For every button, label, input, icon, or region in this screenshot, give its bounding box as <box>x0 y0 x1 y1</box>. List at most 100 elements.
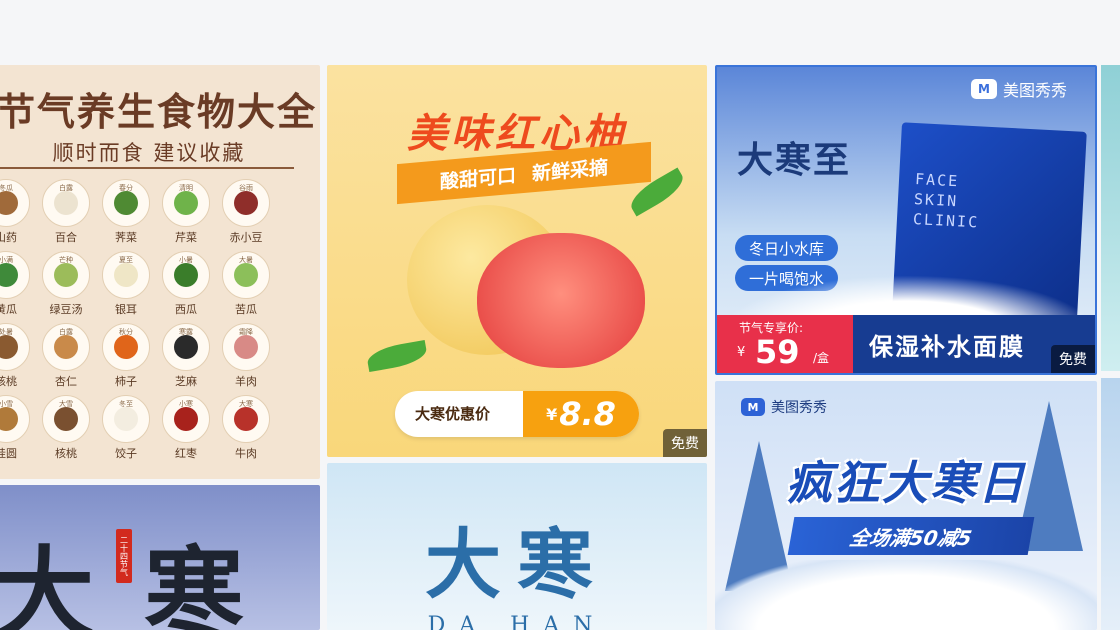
food-label: 荠菜 <box>115 231 137 244</box>
price-value: 59 <box>755 333 800 371</box>
template-card-winter-blue[interactable]: 大 二十四节气 寒 <box>0 485 320 630</box>
food-item: 白露 百合 <box>40 179 92 247</box>
tag-text: 新鲜采摘 <box>532 156 609 185</box>
food-icon <box>234 263 258 287</box>
food-label: 柿子 <box>115 375 137 388</box>
food-label: 杏仁 <box>55 375 77 388</box>
food-image-frame: 霜降 <box>222 323 270 371</box>
food-item: 谷雨 赤小豆 <box>220 179 272 247</box>
top-toolbar-area <box>0 0 1120 64</box>
food-image-frame: 大暑 <box>222 251 270 299</box>
card-subtitle: 顺时而食 建议收藏 <box>52 141 246 165</box>
template-card-partial[interactable] <box>1101 378 1120 630</box>
template-card-da-han[interactable]: 大寒 DA HAN <box>327 463 707 630</box>
food-icon <box>234 191 258 215</box>
price-bar: 大寒优惠价 ¥ 8.8 <box>395 391 639 437</box>
food-label: 黄瓜 <box>0 303 17 316</box>
food-item: 小雪 桂圆 <box>0 395 32 463</box>
food-item: 冬瓜 山药 <box>0 179 32 247</box>
food-icon <box>54 263 78 287</box>
food-item: 冬至 饺子 <box>100 395 152 463</box>
food-label: 红枣 <box>175 447 197 460</box>
food-image-frame: 小暑 <box>162 251 210 299</box>
food-item: 寒露 芝麻 <box>160 323 212 391</box>
seal-stamp: 二十四节气 <box>116 529 132 583</box>
food-item: 小暑 西瓜 <box>160 251 212 319</box>
template-card-pomelo[interactable]: 美味红心柚 酸甜可口 新鲜采摘 大寒优惠价 ¥ 8.8 免费 <box>327 65 707 457</box>
food-icon <box>0 263 18 287</box>
currency-symbol: ¥ <box>546 404 558 424</box>
brand-name: 美图秀秀 <box>1002 81 1067 100</box>
food-label: 芝麻 <box>175 375 197 388</box>
package-text-line: CLINIC <box>912 210 980 232</box>
food-item: 春分 荠菜 <box>100 179 152 247</box>
food-label: 桂圆 <box>0 447 17 460</box>
card-headline: 大寒至 <box>737 140 852 181</box>
brand-logo: M 美图秀秀 <box>970 77 1067 101</box>
snow-hill-decoration <box>715 560 1097 630</box>
food-icon <box>114 263 138 287</box>
food-item: 处暑 核桃 <box>0 323 32 391</box>
food-image-frame: 处暑 <box>0 323 30 371</box>
food-label: 赤小豆 <box>229 231 263 244</box>
food-image-frame: 大雪 <box>42 395 90 443</box>
price-value: 8.8 <box>559 395 616 433</box>
food-icon <box>114 191 138 215</box>
food-image-frame: 小寒 <box>162 395 210 443</box>
food-icon <box>174 335 198 359</box>
price-unit: /盒 <box>813 351 830 365</box>
food-icon <box>114 407 138 431</box>
big-character: 大 <box>0 535 94 630</box>
food-image-frame: 清明 <box>162 179 210 227</box>
leaf-icon <box>365 339 429 373</box>
divider <box>0 167 294 169</box>
food-item: 秋分 柿子 <box>100 323 152 391</box>
food-icon <box>54 407 78 431</box>
food-icon <box>54 335 78 359</box>
food-item: 大暑 苦瓜 <box>220 251 272 319</box>
currency-symbol: ¥ <box>737 345 746 360</box>
food-image-frame: 芒种 <box>42 251 90 299</box>
promo-banner: 全场满50减5 <box>787 517 1035 555</box>
food-icon <box>0 407 18 431</box>
food-icon <box>234 407 258 431</box>
food-item: 霜降 羊肉 <box>220 323 272 391</box>
food-item: 夏至 银耳 <box>100 251 152 319</box>
food-image-frame: 大寒 <box>222 395 270 443</box>
big-character: 寒 <box>144 535 244 630</box>
food-image-frame: 谷雨 <box>222 179 270 227</box>
card-headline: 疯狂大寒日 <box>786 456 1026 510</box>
food-item: 清明 芹菜 <box>160 179 212 247</box>
food-icon <box>0 335 18 359</box>
food-label: 绿豆汤 <box>49 303 83 316</box>
food-item: 大雪 核桃 <box>40 395 92 463</box>
template-card-partial[interactable] <box>1101 65 1120 371</box>
food-item: 白露 杏仁 <box>40 323 92 391</box>
food-label: 芹菜 <box>175 231 197 244</box>
food-icon <box>174 263 198 287</box>
price-label: 大寒优惠价 <box>415 405 491 423</box>
free-badge: 免费 <box>1051 345 1095 373</box>
meitu-logo-icon: M <box>970 79 997 99</box>
food-label: 核桃 <box>0 375 17 388</box>
food-icon <box>114 335 138 359</box>
food-label: 核桃 <box>55 447 77 460</box>
food-icon <box>174 191 198 215</box>
feature-pill: 冬日小水库 <box>735 235 839 261</box>
food-label: 西瓜 <box>175 303 197 316</box>
food-image-frame: 白露 <box>42 323 90 371</box>
food-image-frame: 春分 <box>102 179 150 227</box>
brand-logo: M 美图秀秀 <box>741 397 827 417</box>
food-label: 山药 <box>0 231 17 244</box>
price-tag: 节气专享价: ¥ 59 /盒 <box>717 315 853 373</box>
template-card-face-mask[interactable]: M 美图秀秀 大寒至 FACE SKIN CLINIC 冬日小水库 一片喝饱水 … <box>715 65 1097 375</box>
template-card-crazy-cold-day[interactable]: M 美图秀秀 疯狂大寒日 全场满50减5 <box>715 381 1097 630</box>
template-card-food-chart[interactable]: 节气养生食物大全 顺时而食 建议收藏 冬瓜 山药 白露 百合 春分 荠菜 清明 芹菜 谷雨 赤小豆… <box>0 65 320 479</box>
food-label: 牛肉 <box>235 447 257 460</box>
meitu-logo-icon: M <box>741 398 765 416</box>
food-image-frame: 寒露 <box>162 323 210 371</box>
food-image-frame: 夏至 <box>102 251 150 299</box>
big-title: 大寒 <box>425 520 609 609</box>
package-text: FACE SKIN CLINIC <box>912 169 981 232</box>
food-label: 银耳 <box>115 303 137 316</box>
